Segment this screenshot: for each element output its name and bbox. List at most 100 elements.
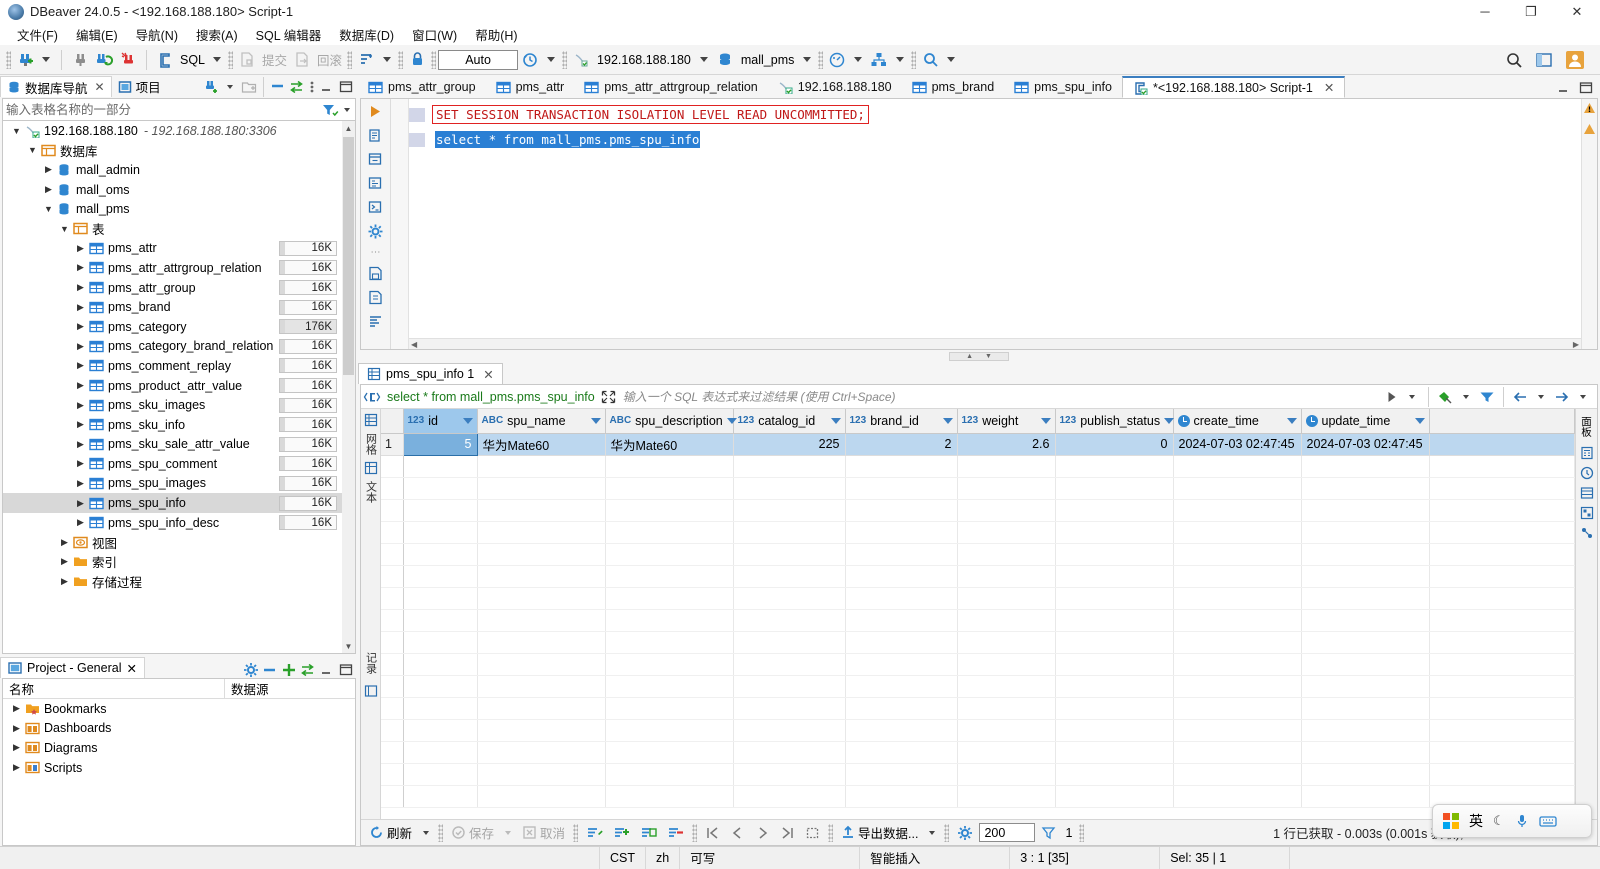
editor-minimize-icon[interactable] — [1556, 80, 1572, 96]
scrollbar-thumb[interactable] — [343, 137, 354, 375]
expand-filter-icon[interactable] — [601, 390, 616, 404]
expand-arrow-right-icon[interactable]: ▶ — [73, 243, 88, 254]
expand-arrow-right-icon[interactable]: ▶ — [73, 302, 88, 313]
menu-search[interactable]: 搜索(A) — [187, 23, 247, 46]
execute-new-tab-icon[interactable] — [367, 151, 384, 168]
transaction-mode-icon[interactable] — [354, 48, 378, 72]
first-row-button[interactable] — [701, 822, 724, 844]
tree-item-mall_admin[interactable]: ▶ mall_admin — [3, 160, 355, 180]
disconnect-all-icon[interactable] — [116, 48, 140, 72]
tab-projects[interactable]: 项目 — [112, 76, 167, 97]
auto-commit-select[interactable]: Auto — [438, 49, 519, 70]
expand-arrow-right-icon[interactable]: ▶ — [73, 478, 88, 489]
column-sort-icon[interactable] — [1040, 417, 1051, 424]
close-navigator-icon[interactable]: ✕ — [95, 80, 105, 94]
ime-windows-icon[interactable] — [1443, 813, 1459, 829]
menu-window[interactable]: 窗口(W) — [403, 23, 466, 46]
tree-item-[interactable]: ▼ 表 — [3, 219, 355, 239]
project-item-diagrams[interactable]: ▶ Diagrams — [3, 738, 355, 758]
tree-item-pms_attr[interactable]: ▶ pms_attr 16K — [3, 239, 355, 259]
disconnect-icon[interactable] — [68, 48, 92, 72]
column-sort-icon[interactable] — [942, 417, 953, 424]
query-source-icon[interactable] — [363, 390, 381, 404]
record-mode-icon[interactable] — [364, 684, 378, 698]
tree-item-pms_sku_images[interactable]: ▶ pms_sku_images 16K — [3, 395, 355, 415]
code-line-1[interactable]: SET SESSION TRANSACTION ISOLATION LEVEL … — [409, 105, 1581, 124]
results-filter-placeholder[interactable]: 输入一个 SQL 表达式来过滤结果 (使用 Ctrl+Space) — [619, 388, 1382, 405]
column-header-spu_name[interactable]: ABC spu_name — [477, 409, 606, 434]
new-folder-icon[interactable] — [241, 79, 257, 95]
project-tree[interactable]: 名称 数据源 ▶ Bookmarks ▶ Dashboards ▶ Diagrams ▶ Sc… — [2, 678, 356, 846]
new-connection-dropdown-icon[interactable] — [42, 57, 50, 62]
sql-code[interactable]: SET SESSION TRANSACTION ISOLATION LEVEL … — [409, 99, 1581, 149]
tab-database-navigator[interactable]: 数据库导航 ✕ — [0, 76, 112, 97]
copy-row-button[interactable] — [636, 822, 661, 844]
fetch-all-button[interactable] — [801, 822, 824, 844]
sql-editor-icon[interactable] — [153, 48, 177, 72]
expand-arrow-right-icon[interactable]: ▶ — [73, 458, 88, 469]
export-menu-icon[interactable] — [929, 830, 936, 835]
expand-arrow-right-icon[interactable]: ▶ — [73, 360, 88, 371]
expand-arrow-down-icon[interactable]: ▼ — [9, 126, 24, 136]
project-add-icon[interactable] — [281, 662, 297, 678]
filter-settings-icon[interactable] — [1479, 390, 1495, 404]
maximize-button[interactable]: ❐ — [1508, 0, 1554, 23]
column-header-weight[interactable]: 123 weight — [957, 409, 1056, 434]
expand-arrow-right-icon[interactable]: ▶ — [9, 703, 24, 714]
expand-arrow-right-icon[interactable]: ▶ — [73, 439, 88, 450]
expand-arrow-right-icon[interactable]: ▶ — [73, 400, 88, 411]
expand-arrow-right-icon[interactable]: ▶ — [41, 164, 56, 175]
code-line-2[interactable]: select * from mall_pms.pms_spu_info — [409, 130, 1581, 149]
record-tab-label[interactable]: 记录 — [363, 649, 379, 677]
column-sort-icon[interactable] — [1414, 417, 1425, 424]
expand-arrow-down-icon[interactable]: ▼ — [41, 204, 56, 214]
column-sort-icon[interactable] — [1164, 417, 1175, 424]
editor-results-splitter[interactable]: ▲ ▼ — [358, 350, 1600, 362]
grid-presentation-icon[interactable] — [364, 413, 378, 427]
export-data-button[interactable]: 导出数据... — [837, 822, 922, 844]
value-panel-icon[interactable] — [1580, 466, 1594, 480]
fetch-size-input[interactable]: 200 — [979, 823, 1036, 842]
editor-horizontal-scrollbar[interactable]: ◀ ▶ — [409, 338, 1581, 349]
expand-arrow-right-icon[interactable]: ▶ — [9, 762, 24, 773]
tree-item-[interactable]: ▼ 数据库 — [3, 141, 355, 161]
tree-item-pms_spu_comment[interactable]: ▶ pms_spu_comment 16K — [3, 454, 355, 474]
edit-row-button[interactable] — [582, 822, 607, 844]
project-minimize-icon[interactable] — [319, 662, 335, 678]
editor-tab-pms_attr_group[interactable]: pms_attr_group — [358, 76, 486, 98]
column-sort-icon[interactable] — [462, 417, 473, 424]
scroll-right-icon[interactable]: ▶ — [1573, 340, 1579, 349]
column-header-id[interactable]: 123 id — [403, 409, 478, 434]
expand-arrow-down-icon[interactable]: ▼ — [57, 224, 72, 234]
project-collapse-icon[interactable] — [262, 662, 278, 678]
tree-item-pms_product_attr_value[interactable]: ▶ pms_product_attr_value 16K — [3, 376, 355, 396]
lock-icon[interactable] — [405, 48, 429, 72]
project-link-icon[interactable] — [300, 662, 316, 678]
load-sql-icon[interactable] — [367, 289, 384, 306]
cell-update_time[interactable]: 2024-07-03 02:47:45 — [1301, 433, 1430, 456]
previous-query-menu-icon[interactable] — [1538, 394, 1544, 399]
editor-tab-pms_spu_info[interactable]: pms_spu_info — [1004, 76, 1122, 98]
menu-help[interactable]: 帮助(H) — [466, 23, 526, 46]
cell-weight[interactable]: 2.6 — [957, 433, 1056, 456]
close-result-tab-icon[interactable]: ✕ — [483, 367, 493, 382]
cell-catalog_id[interactable]: 225 — [733, 433, 846, 456]
menu-file[interactable]: 文件(F) — [8, 23, 67, 46]
sql-line-1-text[interactable]: SET SESSION TRANSACTION ISOLATION LEVEL … — [432, 105, 869, 124]
tab-result-pms-spu-info[interactable]: pms_spu_info 1 ✕ — [358, 363, 503, 384]
expand-arrow-right-icon[interactable]: ▶ — [73, 498, 88, 509]
cell-brand_id[interactable]: 2 — [845, 433, 958, 456]
expand-arrow-right-icon[interactable]: ▶ — [41, 184, 56, 195]
project-item-scripts[interactable]: ▶ Scripts — [3, 758, 355, 778]
splitter-grip[interactable]: ▲ ▼ — [949, 351, 1009, 361]
tree-item-192168188180[interactable]: ▼ 192.168.188.180 - 192.168.188.180:3306 — [3, 121, 355, 141]
new-connection-small-icon[interactable] — [203, 79, 219, 95]
menu-database[interactable]: 数据库(D) — [330, 23, 403, 46]
reconnect-icon[interactable] — [92, 48, 116, 72]
table-row[interactable]: 1 5 华为Mate60 华为Mate60 225 2 2.6 0 2024-07-03 02:… — [381, 432, 1575, 456]
editor-tab-192168188180script1[interactable]: *<192.168.188.180> Script-1 ✕ — [1121, 76, 1346, 98]
menu-navigate[interactable]: 导航(N) — [127, 23, 187, 46]
sql-editor[interactable]: ⋯ SET SESSION TRANSACTION ISOLATION LEVE… — [360, 98, 1598, 350]
filter-menu-icon[interactable] — [344, 107, 350, 112]
scroll-left-icon[interactable]: ◀ — [411, 340, 417, 349]
